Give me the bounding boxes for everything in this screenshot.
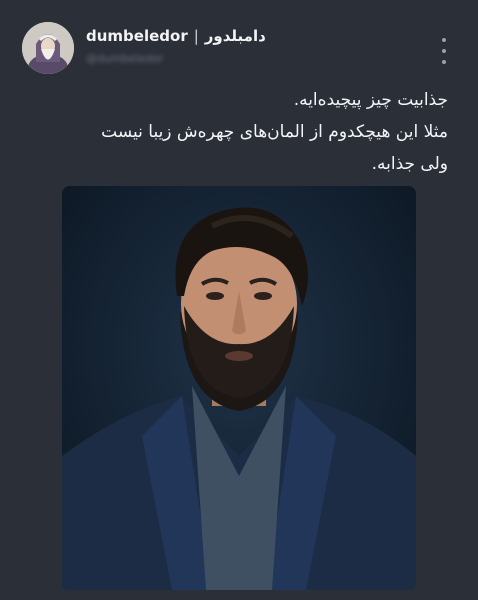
- author-name-persian[interactable]: دامبلدور: [205, 27, 266, 45]
- tweet-text-line: جذابیت چیز پیچیده‌ایه.: [293, 90, 448, 110]
- tweet-header: dumbeledor | دامبلدور @dumbeledor: [86, 27, 266, 65]
- tweet-text-line: ولی جذابه.: [371, 154, 448, 174]
- name-separator: |: [193, 27, 199, 45]
- tweet-text-line: مثلا این هیچکدوم از المان‌های چهره‌ش زیب…: [101, 122, 448, 142]
- tweet-card: dumbeledor | دامبلدور @dumbeledor جذابیت…: [0, 0, 478, 600]
- more-options-icon[interactable]: [438, 38, 450, 64]
- tweet-text: جذابیت چیز پیچیده‌ایه. مثلا این هیچکدوم …: [28, 84, 448, 180]
- author-line: dumbeledor | دامبلدور: [86, 27, 266, 45]
- avatar[interactable]: [22, 22, 74, 74]
- tweet-photo[interactable]: [62, 186, 416, 590]
- author-name-latin[interactable]: dumbeledor: [86, 27, 188, 45]
- author-handle: @dumbeledor: [86, 52, 164, 65]
